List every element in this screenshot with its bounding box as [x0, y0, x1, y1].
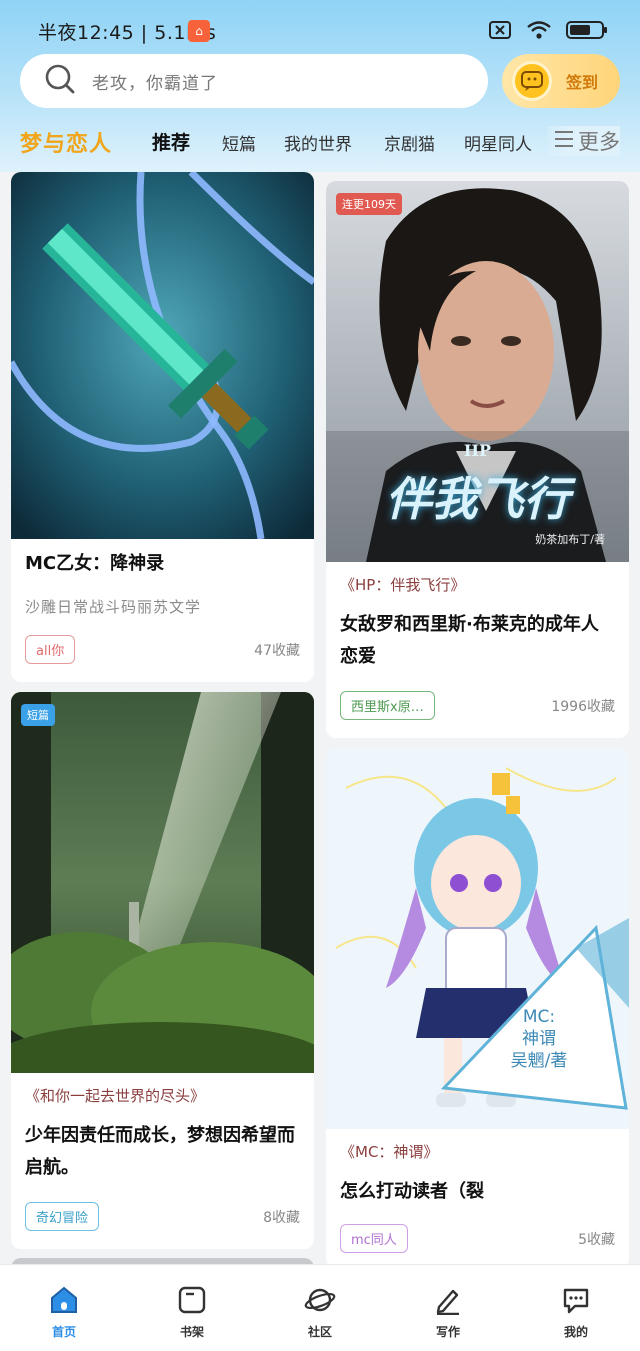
nav-mine-label: 我的: [563, 1325, 588, 1339]
favorites-count: 1996收藏: [551, 699, 615, 715]
nav-bookshelf[interactable]: 书架: [152, 1283, 232, 1340]
favorites-count: 8收藏: [263, 1210, 300, 1226]
tab-more-button[interactable]: 更多: [548, 126, 620, 156]
nav-community-label: 社区: [307, 1325, 332, 1339]
status-bar: 半夜12:45 | 5.1K/s ⌂: [0, 14, 640, 50]
nav-home[interactable]: 首页: [24, 1283, 104, 1340]
nav-home-label: 首页: [51, 1325, 76, 1339]
book-title: 女敌罗和西里斯·布莱克的成年人恋爱: [340, 614, 599, 667]
book-description: 沙雕日常战斗码丽苏文学: [25, 598, 202, 616]
book-card-mc-girl[interactable]: MC乙女：降神录 沙雕日常战斗码丽苏文学 all你 47收藏: [11, 172, 314, 682]
book-cover-mc-god: MC: 神谓 吴魍/著: [326, 748, 629, 1129]
cover-title: 伴我飞行: [385, 472, 570, 526]
short-story-badge: 短篇: [21, 704, 55, 726]
cover-title-small: HP: [463, 441, 492, 460]
checkin-smiley-icon: [512, 61, 552, 101]
checkin-button[interactable]: 签到: [502, 54, 620, 108]
category-tabs: 梦与恋人 推荐 短篇 我的世界 京剧猫 明星同人 更多: [0, 118, 640, 168]
nav-mine[interactable]: 我的: [536, 1283, 616, 1340]
book-title: 怎么打动读者（裂: [340, 1181, 484, 1202]
bookshelf-icon: [152, 1283, 232, 1317]
cover-line-2: 神谓: [522, 1029, 556, 1049]
favorites-count: 5收藏: [578, 1232, 615, 1248]
cover-author: 奶茶加布丁/著: [535, 533, 605, 546]
chat-bubble-icon: [536, 1283, 616, 1317]
battery-icon: [566, 20, 608, 40]
book-tag[interactable]: all你: [25, 635, 76, 664]
book-tag[interactable]: mc同人: [340, 1224, 408, 1253]
book-title: MC乙女：降神录: [25, 553, 165, 574]
home-icon: [24, 1283, 104, 1317]
book-cover-sword: [11, 172, 314, 539]
nav-write[interactable]: 写作: [408, 1283, 488, 1340]
book-card-hp[interactable]: HP 伴我飞行 奶茶加布丁/著 连更109天 《HP：伴我飞行》 女敌罗和西里斯…: [326, 181, 629, 738]
checkin-label: 签到: [566, 73, 599, 92]
tab-jingju-cat[interactable]: 京剧猫: [384, 130, 435, 155]
menu-icon: [554, 129, 574, 153]
no-sim-icon: [488, 20, 512, 40]
cover-line-1: MC:: [522, 1007, 556, 1027]
bottom-navigation: 首页 书架 社区 写作 我的: [0, 1264, 640, 1351]
tab-celebrity[interactable]: 明星同人: [464, 130, 532, 155]
search-placeholder: 老攻，你霸道了: [92, 73, 218, 94]
book-subtitle: 《HP：伴我飞行》: [340, 576, 466, 594]
wifi-icon: [526, 20, 552, 40]
tab-minecraft[interactable]: 我的世界: [284, 130, 352, 155]
book-title: 少年因责任而成长，梦想因希望而启航。: [25, 1125, 295, 1178]
book-tag[interactable]: 西里斯x原…: [340, 691, 435, 720]
book-tag[interactable]: 奇幻冒险: [25, 1202, 100, 1231]
nav-community[interactable]: 社区: [280, 1283, 360, 1340]
update-streak-badge: 连更109天: [336, 193, 402, 215]
tab-more-label: 更多: [578, 130, 620, 154]
planet-icon: [280, 1283, 360, 1317]
search-icon: [44, 63, 76, 99]
book-subtitle: 《MC：神谓》: [340, 1143, 439, 1161]
nav-write-label: 写作: [435, 1325, 460, 1339]
book-subtitle: 《和你一起去世界的尽头》: [25, 1087, 206, 1105]
book-card-mc-god[interactable]: MC: 神谓 吴魍/著 《MC：神谓》 怎么打动读者（裂 mc同人 5收藏: [326, 748, 629, 1268]
nav-bookshelf-label: 书架: [179, 1325, 204, 1339]
book-cover-forest: 短篇: [11, 692, 314, 1073]
tab-brand-logo[interactable]: 梦与恋人: [20, 126, 112, 158]
cover-line-3: 吴魍/著: [510, 1051, 568, 1071]
book-cover-hp: HP 伴我飞行 奶茶加布丁/著 连更109天: [326, 181, 629, 562]
tab-short[interactable]: 短篇: [222, 130, 256, 155]
cover-text: MC: 神谓 吴魍/著: [504, 1006, 574, 1072]
favorites-count: 47收藏: [254, 643, 300, 659]
tab-recommend[interactable]: 推荐: [152, 128, 190, 155]
pen-icon: [408, 1283, 488, 1317]
notification-app-icon: ⌂: [188, 20, 210, 42]
search-bar[interactable]: 老攻，你霸道了: [20, 54, 488, 108]
book-card-forest[interactable]: 短篇 《和你一起去世界的尽头》 少年因责任而成长，梦想因希望而启航。 奇幻冒险 …: [11, 692, 314, 1249]
